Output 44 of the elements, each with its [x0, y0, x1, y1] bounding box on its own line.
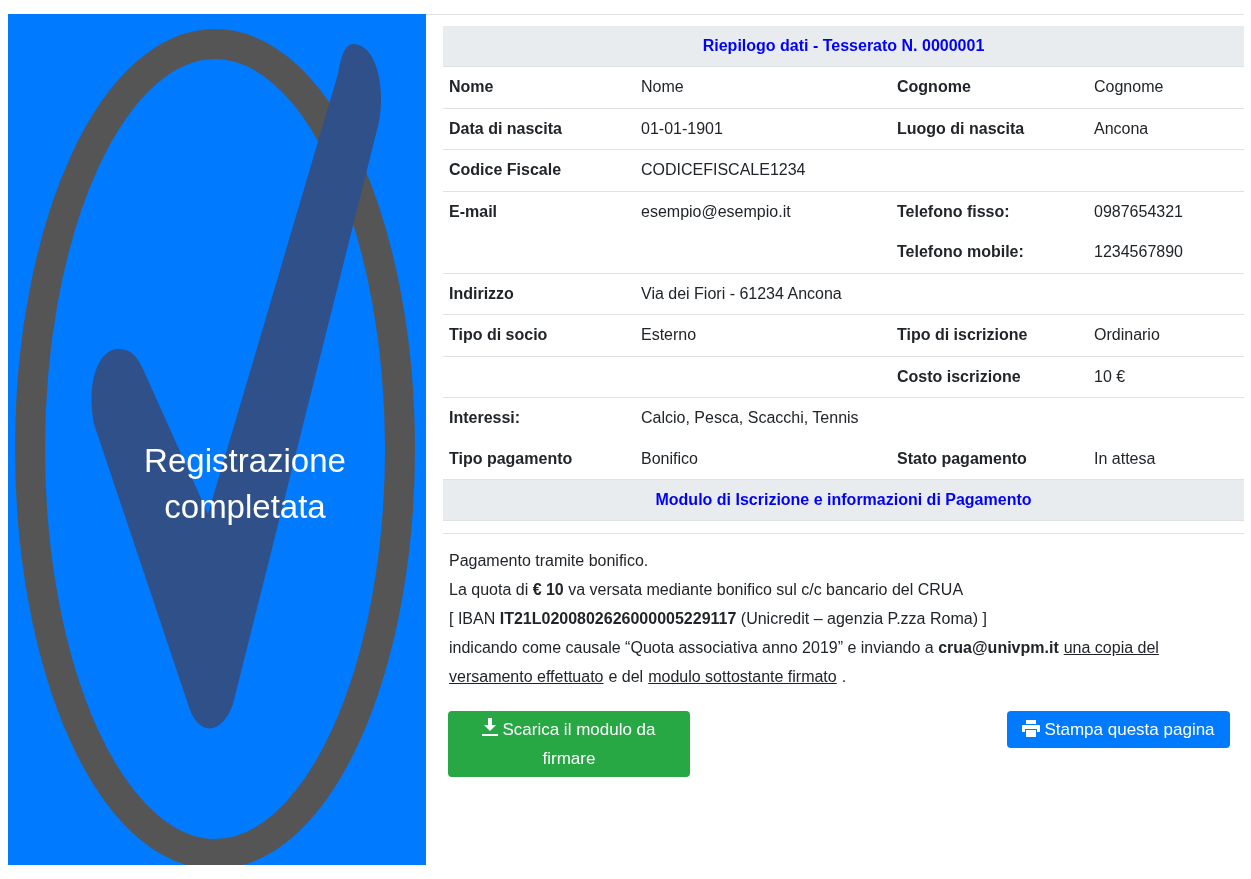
field-label: Cognome — [896, 78, 971, 97]
field-label: Luogo di nascita — [896, 119, 1025, 138]
field-value: In attesa — [1093, 449, 1156, 468]
print-button[interactable]: Stampa questa pagina — [1007, 711, 1230, 748]
field-value: 10 € — [1093, 367, 1126, 386]
field-value: 0987654321 — [1093, 202, 1183, 221]
field-value: Cognome — [1093, 78, 1164, 97]
payment-text: La quota di € 10 va versata mediante bonifico sul c/c bancario del CRUA — [449, 580, 964, 600]
field-label: Codice Fiscale — [448, 161, 562, 180]
field-label: Nome — [448, 78, 494, 97]
payment-text: . — [841, 667, 847, 687]
printer-icon — [1022, 720, 1041, 737]
field-value: Calcio, Pesca, Scacchi, Tennis — [640, 409, 859, 428]
field-value: 01-01-1901 — [640, 119, 723, 138]
field-label: E-mail — [448, 202, 497, 221]
field-value: Via dei Fiori - 61234 Ancona — [640, 284, 842, 303]
field-value: Ancona — [1093, 119, 1149, 138]
payment-text: [ IBAN IT21L0200802626000005229117 (Unicredit – agenzia P.zza Roma) ] — [449, 609, 987, 629]
link[interactable]: una copia del — [1063, 633, 1159, 662]
field-label: Tipo di socio — [448, 326, 548, 345]
download-icon — [482, 718, 499, 736]
field-value: 1234567890 — [1093, 243, 1183, 262]
field-label: Telefono mobile: — [896, 243, 1024, 262]
link[interactable]: modulo sottostante firmato — [648, 662, 837, 691]
field-label: Telefono fisso: — [896, 202, 1010, 221]
field-value: Nome — [640, 78, 684, 97]
payment-text: indicando come causale “Quota associativa anno 2019” e inviando a crua@univpm.it — [449, 638, 1059, 658]
field-value: Esterno — [640, 326, 697, 345]
field-label: Data di nascita — [448, 119, 562, 138]
field-value: CODICEFISCALE1234 — [640, 161, 806, 180]
payment-text: e del — [608, 667, 644, 687]
field-label: Tipo di iscrizione — [896, 326, 1028, 345]
field-label: Stato pagamento — [896, 449, 1027, 468]
field-value: Bonifico — [640, 449, 698, 468]
field-label: Indirizzo — [448, 284, 514, 303]
field-value: esempio@esempio.it — [640, 202, 791, 221]
field-value: Ordinario — [1093, 326, 1160, 345]
field-label: Costo iscrizione — [896, 367, 1021, 386]
summary-header: Riepilogo dati - Tesserato N. 0000001 — [443, 26, 1244, 67]
link[interactable]: versamento effettuato — [449, 662, 604, 691]
field-label: Tipo pagamento — [448, 449, 573, 468]
section-header: Modulo di Iscrizione e informazioni di Pagamento — [443, 480, 1244, 521]
field-label: Interessi: — [448, 409, 521, 428]
payment-text: Pagamento tramite bonifico. — [449, 551, 649, 571]
